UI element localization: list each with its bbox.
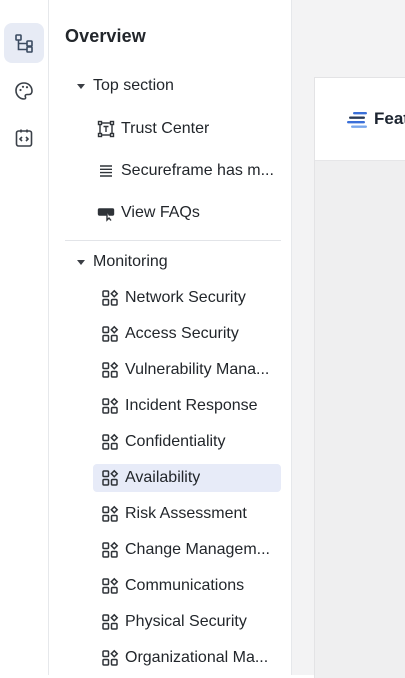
palette-icon	[15, 82, 33, 100]
layer-item-access-security[interactable]: Access Security	[93, 320, 281, 348]
caret-down-icon	[77, 259, 85, 265]
layer-item-vulnerability-mana[interactable]: Vulnerability Mana...	[93, 356, 281, 384]
layer-item-label: Network Security	[125, 289, 246, 306]
section-divider	[65, 240, 281, 241]
layer-item-label: Incident Response	[125, 397, 258, 414]
icon-rail	[0, 0, 49, 675]
component-icon	[101, 577, 119, 595]
overview-panel: Overview Top section Trust Center Secure…	[49, 0, 292, 675]
component-icon	[101, 649, 119, 667]
logo-text: Feat	[374, 109, 405, 128]
text-frame-icon	[97, 120, 115, 138]
layer-item-label: Trust Center	[121, 120, 210, 137]
button-icon	[97, 204, 115, 222]
layer-item-label: Physical Security	[125, 613, 247, 630]
component-icon	[101, 469, 119, 487]
component-icon	[101, 433, 119, 451]
layer-item-risk-assessment[interactable]: Risk Assessment	[93, 500, 281, 528]
layer-item-network-security[interactable]: Network Security	[93, 284, 281, 312]
component-icon	[101, 397, 119, 415]
component-icon	[101, 289, 119, 307]
layer-item-change-managem[interactable]: Change Managem...	[93, 536, 281, 564]
layer-item-label: Vulnerability Mana...	[125, 361, 270, 378]
page-preview[interactable]: Feat	[315, 78, 405, 678]
section-monitoring-label: Monitoring	[93, 253, 168, 270]
component-icon	[101, 541, 119, 559]
layer-item-availability[interactable]: Availability	[93, 464, 281, 492]
section-monitoring-toggle[interactable]: Monitoring	[77, 248, 168, 276]
layer-item-label: Organizational Ma...	[125, 649, 269, 666]
layer-item-incident-response[interactable]: Incident Response	[93, 392, 281, 420]
component-icon	[101, 325, 119, 343]
layer-item-label: Confidentiality	[125, 433, 226, 450]
preview-header: Feat	[315, 78, 405, 161]
section-top-toggle[interactable]: Top section	[77, 72, 174, 100]
panel-title: Overview	[65, 26, 146, 46]
layer-item-confidentiality[interactable]: Confidentiality	[93, 428, 281, 456]
layer-item-label: Change Managem...	[125, 541, 270, 558]
layer-item-physical-security[interactable]: Physical Security	[93, 608, 281, 636]
component-icon	[101, 613, 119, 631]
lines-icon	[97, 162, 115, 180]
structure-tab-button[interactable]	[4, 23, 44, 63]
layer-item-description[interactable]: Secureframe has m...	[97, 157, 281, 185]
structure-icon	[15, 34, 33, 53]
layer-item-organizational-ma[interactable]: Organizational Ma...	[93, 644, 281, 672]
layer-item-communications[interactable]: Communications	[93, 572, 281, 600]
layer-item-label: View FAQs	[121, 204, 200, 221]
logo-mark-icon	[347, 112, 367, 128]
caret-down-icon	[77, 83, 85, 89]
canvas-area: Feat	[292, 0, 405, 678]
layer-item-trust-center[interactable]: Trust Center	[97, 115, 281, 143]
layer-item-view-faqs[interactable]: View FAQs	[97, 199, 281, 227]
style-tab-button[interactable]	[4, 71, 44, 111]
component-icon	[101, 505, 119, 523]
layer-item-label: Access Security	[125, 325, 239, 342]
section-top-label: Top section	[93, 77, 174, 94]
code-icon	[15, 129, 33, 147]
layer-item-label: Communications	[125, 577, 245, 594]
layer-item-label: Risk Assessment	[125, 505, 247, 522]
component-icon	[101, 361, 119, 379]
layer-item-label: Availability	[125, 469, 201, 486]
layer-item-label: Secureframe has m...	[121, 162, 274, 179]
code-tab-button[interactable]	[4, 118, 44, 158]
